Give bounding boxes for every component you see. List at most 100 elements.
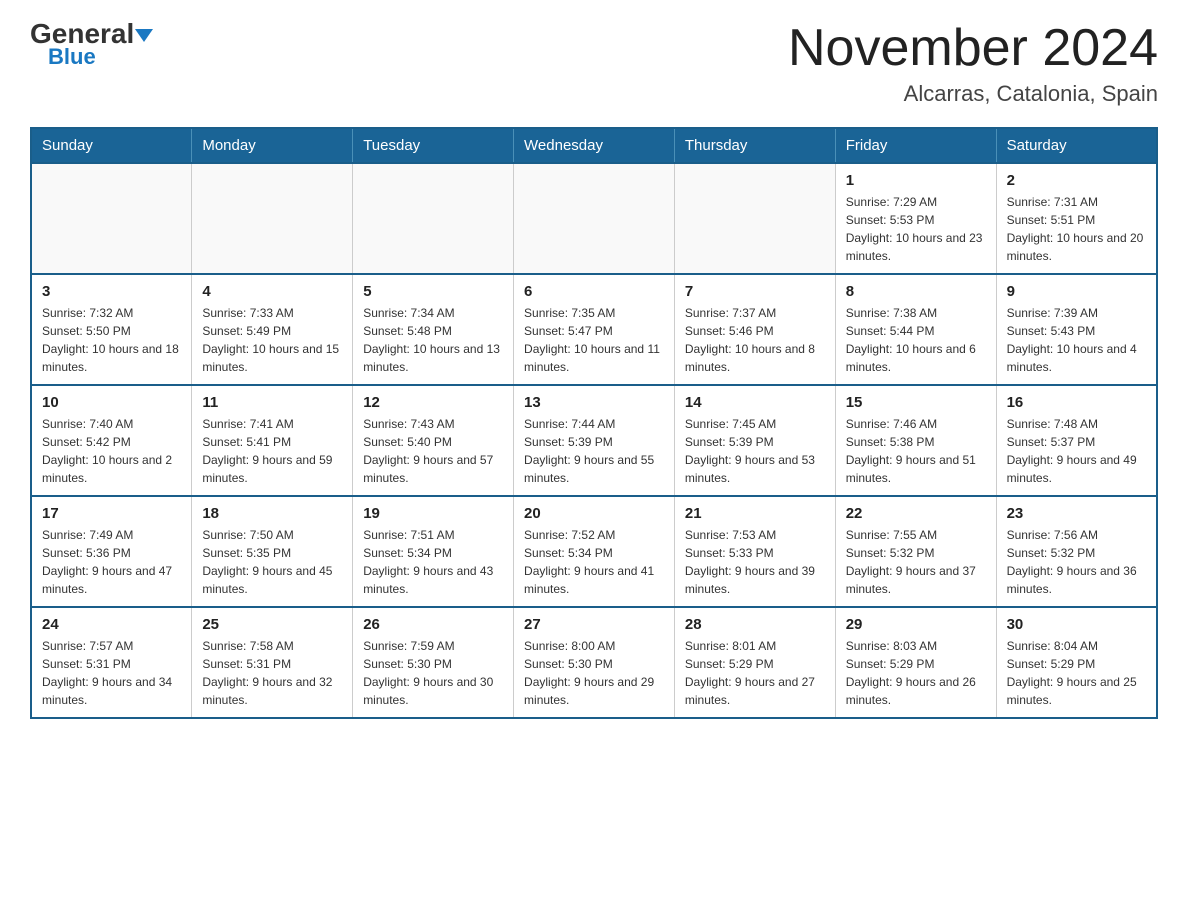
title-area: November 2024 Alcarras, Catalonia, Spain bbox=[788, 20, 1158, 107]
calendar-cell: 26 Sunrise: 7:59 AMSunset: 5:30 PMDayligh… bbox=[353, 607, 514, 718]
calendar-week-row: 24Sunrise: 7:57 AMSunset: 5:31 PMDayligh… bbox=[31, 607, 1157, 718]
day-info: Sunrise: 8:04 AMSunset: 5:29 PMDaylight:… bbox=[1007, 637, 1146, 709]
calendar-cell: 22 Sunrise: 7:55 AMSunset: 5:32 PMDayligh… bbox=[835, 496, 996, 607]
day-info: Sunrise: 7:57 AMSunset: 5:31 PMDaylight:… bbox=[42, 637, 181, 709]
calendar-cell: 11 Sunrise: 7:41 AMSunset: 5:41 PMDayligh… bbox=[192, 385, 353, 496]
day-info: Sunrise: 7:45 AMSunset: 5:39 PMDaylight:… bbox=[685, 415, 825, 487]
day-info: Sunrise: 8:00 AMSunset: 5:30 PMDaylight:… bbox=[524, 637, 664, 709]
header-sunday: Sunday bbox=[31, 128, 192, 163]
logo: General Blue bbox=[30, 20, 153, 70]
day-info: Sunrise: 8:03 AMSunset: 5:29 PMDaylight:… bbox=[846, 637, 986, 709]
calendar-cell bbox=[353, 163, 514, 274]
day-number: 5 bbox=[363, 283, 503, 300]
day-number: 11 bbox=[202, 394, 342, 411]
day-info: Sunrise: 7:56 AMSunset: 5:32 PMDaylight:… bbox=[1007, 526, 1146, 598]
day-number: 23 bbox=[1007, 505, 1146, 522]
calendar-cell: 25 Sunrise: 7:58 AMSunset: 5:31 PMDayligh… bbox=[192, 607, 353, 718]
day-number: 16 bbox=[1007, 394, 1146, 411]
header-friday: Friday bbox=[835, 128, 996, 163]
day-number: 27 bbox=[524, 616, 664, 633]
calendar-cell: 1 Sunrise: 7:29 AMSunset: 5:53 PMDaylight… bbox=[835, 163, 996, 274]
calendar-cell bbox=[192, 163, 353, 274]
day-number: 8 bbox=[846, 283, 986, 300]
location-title: Alcarras, Catalonia, Spain bbox=[788, 81, 1158, 107]
calendar-cell bbox=[514, 163, 675, 274]
day-info: Sunrise: 7:51 AMSunset: 5:34 PMDaylight:… bbox=[363, 526, 503, 598]
day-number: 1 bbox=[846, 172, 986, 189]
calendar-cell: 5Sunrise: 7:34 AMSunset: 5:48 PMDaylight… bbox=[353, 274, 514, 385]
day-info: Sunrise: 7:49 AMSunset: 5:36 PMDaylight:… bbox=[42, 526, 181, 598]
calendar-body: 1 Sunrise: 7:29 AMSunset: 5:53 PMDaylight… bbox=[31, 163, 1157, 718]
header-saturday: Saturday bbox=[996, 128, 1157, 163]
day-number: 29 bbox=[846, 616, 986, 633]
header-thursday: Thursday bbox=[674, 128, 835, 163]
calendar-cell: 19Sunrise: 7:51 AMSunset: 5:34 PMDayligh… bbox=[353, 496, 514, 607]
calendar-cell: 27 Sunrise: 8:00 AMSunset: 5:30 PMDayligh… bbox=[514, 607, 675, 718]
day-info: Sunrise: 7:59 AMSunset: 5:30 PMDaylight:… bbox=[363, 637, 503, 709]
day-info: Sunrise: 7:46 AMSunset: 5:38 PMDaylight:… bbox=[846, 415, 986, 487]
day-number: 17 bbox=[42, 505, 181, 522]
calendar-cell: 23 Sunrise: 7:56 AMSunset: 5:32 PMDayligh… bbox=[996, 496, 1157, 607]
calendar-cell: 6Sunrise: 7:35 AMSunset: 5:47 PMDaylight… bbox=[514, 274, 675, 385]
calendar-cell: 28 Sunrise: 8:01 AMSunset: 5:29 PMDayligh… bbox=[674, 607, 835, 718]
day-number: 9 bbox=[1007, 283, 1146, 300]
day-info: Sunrise: 7:41 AMSunset: 5:41 PMDaylight:… bbox=[202, 415, 342, 487]
day-number: 26 bbox=[363, 616, 503, 633]
day-number: 22 bbox=[846, 505, 986, 522]
day-number: 25 bbox=[202, 616, 342, 633]
day-number: 2 bbox=[1007, 172, 1146, 189]
day-number: 15 bbox=[846, 394, 986, 411]
calendar-cell: 2 Sunrise: 7:31 AMSunset: 5:51 PMDaylight… bbox=[996, 163, 1157, 274]
calendar-cell: 13Sunrise: 7:44 AMSunset: 5:39 PMDayligh… bbox=[514, 385, 675, 496]
day-number: 30 bbox=[1007, 616, 1146, 633]
day-info: Sunrise: 7:37 AMSunset: 5:46 PMDaylight:… bbox=[685, 304, 825, 376]
day-info: Sunrise: 7:43 AMSunset: 5:40 PMDaylight:… bbox=[363, 415, 503, 487]
month-title: November 2024 bbox=[788, 20, 1158, 77]
day-info: Sunrise: 7:32 AMSunset: 5:50 PMDaylight:… bbox=[42, 304, 181, 376]
page-header: General Blue November 2024 Alcarras, Cat… bbox=[30, 20, 1158, 107]
day-info: Sunrise: 7:50 AMSunset: 5:35 PMDaylight:… bbox=[202, 526, 342, 598]
day-info: Sunrise: 7:39 AMSunset: 5:43 PMDaylight:… bbox=[1007, 304, 1146, 376]
day-number: 28 bbox=[685, 616, 825, 633]
calendar-cell: 17 Sunrise: 7:49 AMSunset: 5:36 PMDayligh… bbox=[31, 496, 192, 607]
day-info: Sunrise: 7:29 AMSunset: 5:53 PMDaylight:… bbox=[846, 193, 986, 265]
day-number: 21 bbox=[685, 505, 825, 522]
calendar-cell: 8 Sunrise: 7:38 AMSunset: 5:44 PMDaylight… bbox=[835, 274, 996, 385]
day-info: Sunrise: 7:31 AMSunset: 5:51 PMDaylight:… bbox=[1007, 193, 1146, 265]
calendar-cell bbox=[31, 163, 192, 274]
day-info: Sunrise: 7:44 AMSunset: 5:39 PMDaylight:… bbox=[524, 415, 664, 487]
calendar-cell: 12 Sunrise: 7:43 AMSunset: 5:40 PMDayligh… bbox=[353, 385, 514, 496]
calendar-cell: 20Sunrise: 7:52 AMSunset: 5:34 PMDayligh… bbox=[514, 496, 675, 607]
calendar-week-row: 17 Sunrise: 7:49 AMSunset: 5:36 PMDayligh… bbox=[31, 496, 1157, 607]
day-number: 14 bbox=[685, 394, 825, 411]
day-number: 7 bbox=[685, 283, 825, 300]
calendar-table: Sunday Monday Tuesday Wednesday Thursday… bbox=[30, 127, 1158, 719]
calendar-cell: 29 Sunrise: 8:03 AMSunset: 5:29 PMDayligh… bbox=[835, 607, 996, 718]
calendar-week-row: 1 Sunrise: 7:29 AMSunset: 5:53 PMDaylight… bbox=[31, 163, 1157, 274]
calendar-cell: 24Sunrise: 7:57 AMSunset: 5:31 PMDayligh… bbox=[31, 607, 192, 718]
calendar-cell: 9 Sunrise: 7:39 AMSunset: 5:43 PMDaylight… bbox=[996, 274, 1157, 385]
day-info: Sunrise: 7:55 AMSunset: 5:32 PMDaylight:… bbox=[846, 526, 986, 598]
day-number: 10 bbox=[42, 394, 181, 411]
day-info: Sunrise: 7:33 AMSunset: 5:49 PMDaylight:… bbox=[202, 304, 342, 376]
calendar-cell: 4Sunrise: 7:33 AMSunset: 5:49 PMDaylight… bbox=[192, 274, 353, 385]
header-monday: Monday bbox=[192, 128, 353, 163]
day-number: 20 bbox=[524, 505, 664, 522]
calendar-cell: 7 Sunrise: 7:37 AMSunset: 5:46 PMDaylight… bbox=[674, 274, 835, 385]
day-info: Sunrise: 7:38 AMSunset: 5:44 PMDaylight:… bbox=[846, 304, 986, 376]
day-info: Sunrise: 7:53 AMSunset: 5:33 PMDaylight:… bbox=[685, 526, 825, 598]
day-number: 12 bbox=[363, 394, 503, 411]
logo-blue: Blue bbox=[48, 44, 96, 70]
day-info: Sunrise: 8:01 AMSunset: 5:29 PMDaylight:… bbox=[685, 637, 825, 709]
calendar-cell: 21 Sunrise: 7:53 AMSunset: 5:33 PMDayligh… bbox=[674, 496, 835, 607]
calendar-cell: 15 Sunrise: 7:46 AMSunset: 5:38 PMDayligh… bbox=[835, 385, 996, 496]
calendar-cell: 14 Sunrise: 7:45 AMSunset: 5:39 PMDayligh… bbox=[674, 385, 835, 496]
calendar-cell: 30 Sunrise: 8:04 AMSunset: 5:29 PMDayligh… bbox=[996, 607, 1157, 718]
day-number: 18 bbox=[202, 505, 342, 522]
calendar-cell bbox=[674, 163, 835, 274]
weekday-header-row: Sunday Monday Tuesday Wednesday Thursday… bbox=[31, 128, 1157, 163]
day-info: Sunrise: 7:58 AMSunset: 5:31 PMDaylight:… bbox=[202, 637, 342, 709]
day-info: Sunrise: 7:35 AMSunset: 5:47 PMDaylight:… bbox=[524, 304, 664, 376]
header-tuesday: Tuesday bbox=[353, 128, 514, 163]
calendar-week-row: 3Sunrise: 7:32 AMSunset: 5:50 PMDaylight… bbox=[31, 274, 1157, 385]
